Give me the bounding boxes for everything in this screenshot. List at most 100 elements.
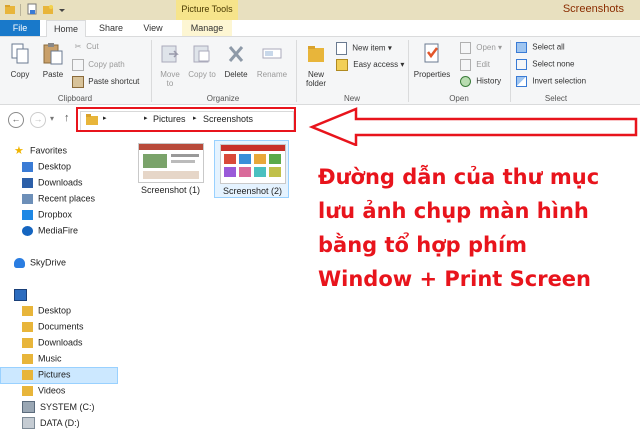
nav-data-d[interactable]: DATA (D:) [22, 417, 80, 431]
group-separator [510, 40, 511, 102]
drive-icon [22, 401, 35, 413]
move-to-button[interactable]: Move to to [156, 42, 184, 88]
copy-path-icon [72, 59, 84, 71]
select-all-icon [516, 42, 527, 53]
nav-fav-dropbox[interactable]: Dropbox [22, 209, 72, 223]
scissors-icon: ✂ [74, 42, 82, 52]
easy-access-icon [336, 59, 348, 71]
nav-skydrive[interactable]: SkyDrive [14, 257, 66, 271]
file-item-selected[interactable]: Screenshot (2) [214, 140, 289, 198]
nav-fav-mediafire[interactable]: MediaFire [22, 225, 78, 239]
tab-file[interactable]: File [0, 20, 40, 36]
open-label: Open [476, 43, 496, 53]
properties-quick-icon[interactable] [26, 3, 38, 15]
window-title: Screenshots [562, 3, 624, 15]
history-button[interactable]: History [460, 76, 501, 87]
nav-fav-desktop[interactable]: Desktop [22, 161, 71, 175]
rename-icon [262, 48, 282, 59]
copy-to-button[interactable]: Copy to [188, 42, 216, 79]
file-name: Screenshot (1) [140, 185, 201, 195]
edit-button[interactable]: Edit [460, 59, 490, 71]
tab-share[interactable]: Share [96, 20, 126, 36]
up-arrow-icon[interactable]: ↑ [64, 112, 70, 124]
music-folder-icon [22, 353, 33, 364]
videos-folder-icon [22, 385, 33, 396]
tab-home[interactable]: Home [46, 20, 86, 37]
nav-fav-downloads[interactable]: Downloads [22, 177, 83, 191]
move-to-icon [161, 45, 179, 63]
paste-shortcut-button[interactable]: Paste shortcut [72, 76, 139, 88]
dropbox-icon [22, 209, 33, 220]
cut-button[interactable]: ✂ Cut [72, 42, 99, 51]
nav-favorites[interactable]: ★ Favorites [14, 145, 67, 159]
delete-button[interactable]: Delete [222, 42, 250, 79]
back-arrow-icon[interactable]: ← [8, 112, 24, 128]
paste-shortcut-label: Paste shortcut [88, 77, 140, 87]
customize-quick-access-icon[interactable] [58, 6, 66, 14]
copy-path-label: Copy path [88, 60, 125, 70]
new-folder-quick-icon[interactable] [42, 3, 54, 15]
screenshot-thumbnail [220, 144, 286, 184]
clipboard-group-label: Clipboard [57, 94, 93, 103]
title-separator [20, 4, 21, 16]
paste-button[interactable]: Paste [38, 42, 68, 79]
open-icon [460, 42, 471, 54]
select-group-label: Select [544, 94, 568, 103]
nav-computer[interactable] [14, 289, 32, 303]
nav-documents[interactable]: Documents [22, 321, 84, 335]
cloud-icon [14, 257, 25, 268]
group-separator [296, 40, 297, 102]
paste-icon [43, 43, 63, 65]
properties-icon [424, 43, 439, 63]
nav-videos[interactable]: Videos [22, 385, 65, 399]
open-button[interactable]: Open ▾ [460, 42, 502, 54]
nav-downloads[interactable]: Downloads [22, 337, 83, 351]
copy-to-icon [193, 45, 210, 63]
folder-icon [5, 5, 15, 14]
new-item-icon [336, 42, 347, 55]
picture-tools-label: Picture Tools [176, 0, 238, 20]
chevron-down-icon: ▾ [400, 60, 405, 70]
tab-manage[interactable]: Manage [182, 20, 232, 36]
easy-access-label: Easy access [353, 60, 399, 70]
forward-arrow-icon[interactable]: → [30, 112, 46, 128]
annotation-line-2: lưu ảnh chụp màn hình [318, 199, 589, 223]
invert-selection-button[interactable]: Invert selection [516, 76, 586, 87]
properties-button[interactable]: Properties [412, 42, 452, 79]
select-all-button[interactable]: Select all [516, 42, 565, 53]
documents-folder-icon [22, 321, 33, 332]
easy-access-button[interactable]: Easy access ▾ [336, 59, 404, 71]
nav-music[interactable]: Music [22, 353, 62, 367]
title-bar: Picture Tools Screenshots [0, 0, 640, 20]
downloads-folder-icon [22, 337, 33, 348]
copy-label: Copy [10, 70, 30, 79]
copy-path-button[interactable]: Copy path [72, 59, 125, 71]
paste-label: Paste [42, 70, 64, 79]
pictures-folder-icon [22, 369, 33, 380]
new-item-label: New item [352, 43, 386, 53]
recent-chevron-down-icon[interactable]: ▾ [50, 114, 54, 123]
tab-view[interactable]: View [138, 20, 168, 36]
select-none-button[interactable]: Select none [516, 59, 575, 70]
open-group-label: Open [449, 94, 469, 103]
file-name: Screenshot (2) [222, 186, 283, 196]
mediafire-icon [22, 225, 33, 236]
select-all-label: Select all [532, 42, 565, 52]
nav-pictures[interactable]: Pictures [22, 369, 71, 383]
copy-button[interactable]: Copy [6, 42, 34, 79]
invert-selection-label: Invert selection [532, 76, 587, 86]
nav-fav-recent-places[interactable]: Recent places [22, 193, 95, 207]
new-folder-button[interactable]: New folder [300, 42, 332, 88]
nav-system-c[interactable]: SYSTEM (C:) [22, 401, 95, 415]
annotation-line-3: bằng tổ hợp phím [318, 233, 528, 257]
copy-to-label: Copy to [188, 70, 216, 79]
desktop-icon [22, 161, 33, 172]
nav-desktop[interactable]: Desktop [22, 305, 71, 319]
select-none-label: Select none [532, 59, 575, 69]
drive-icon [22, 417, 35, 429]
file-item[interactable]: Screenshot (1) [133, 140, 208, 198]
rename-button[interactable]: Rename [256, 42, 288, 79]
select-none-icon [516, 59, 527, 70]
properties-label: Properties [413, 70, 451, 79]
new-item-button[interactable]: New item ▾ [336, 42, 392, 55]
